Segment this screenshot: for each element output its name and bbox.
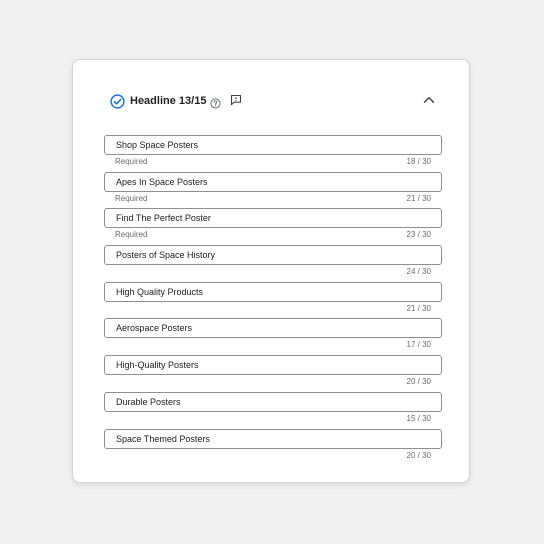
character-count: 18 / 30: [406, 157, 431, 166]
headline-field-4: 24 / 30: [104, 245, 442, 282]
headline-header: Headline 13/15: [110, 90, 436, 112]
headline-card: Headline 13/15 Required: [72, 59, 470, 483]
headline-field-2: Required 21 / 30: [104, 171, 442, 209]
headline-field-6: 17 / 30: [104, 318, 442, 355]
headline-input-1[interactable]: [104, 135, 442, 155]
headline-input-2[interactable]: [104, 171, 442, 192]
character-count: 17 / 30: [406, 340, 431, 350]
character-count: 24 / 30: [406, 267, 431, 277]
character-count: 23 / 30: [406, 230, 431, 240]
character-count: 20 / 30: [406, 450, 431, 460]
headline-field-3: Required 23 / 30: [104, 208, 442, 245]
feedback-icon[interactable]: [230, 93, 242, 106]
headline-field-7: 20 / 30: [104, 355, 442, 392]
headline-input-3[interactable]: [104, 208, 442, 229]
headline-title: Headline 13/15: [130, 95, 207, 107]
character-count: 21 / 30: [406, 193, 431, 203]
help-circle-icon[interactable]: [210, 96, 221, 109]
headline-field-8: 15 / 30: [104, 391, 442, 429]
required-label: Required: [115, 193, 148, 203]
headline-field-1: Required 18 / 30: [104, 135, 442, 172]
headline-input-4[interactable]: [104, 245, 442, 266]
chevron-up-icon[interactable]: [422, 93, 436, 107]
character-count: 20 / 30: [406, 377, 431, 387]
headline-input-6[interactable]: [104, 318, 442, 339]
headline-input-5[interactable]: [104, 281, 442, 302]
character-count: 15 / 30: [406, 413, 431, 423]
headline-input-9[interactable]: [104, 428, 442, 449]
headline-field-5: 21 / 30: [104, 281, 442, 319]
headline-fields: Required 18 / 30 Required 21 / 30 Requir…: [104, 135, 442, 465]
required-label: Required: [115, 230, 148, 240]
headline-field-9: 20 / 30: [104, 428, 442, 466]
headline-input-7[interactable]: [104, 355, 442, 376]
character-count: 21 / 30: [406, 303, 431, 313]
check-circle-icon: [110, 93, 125, 109]
headline-input-8[interactable]: [104, 391, 442, 412]
required-label: Required: [115, 157, 148, 166]
